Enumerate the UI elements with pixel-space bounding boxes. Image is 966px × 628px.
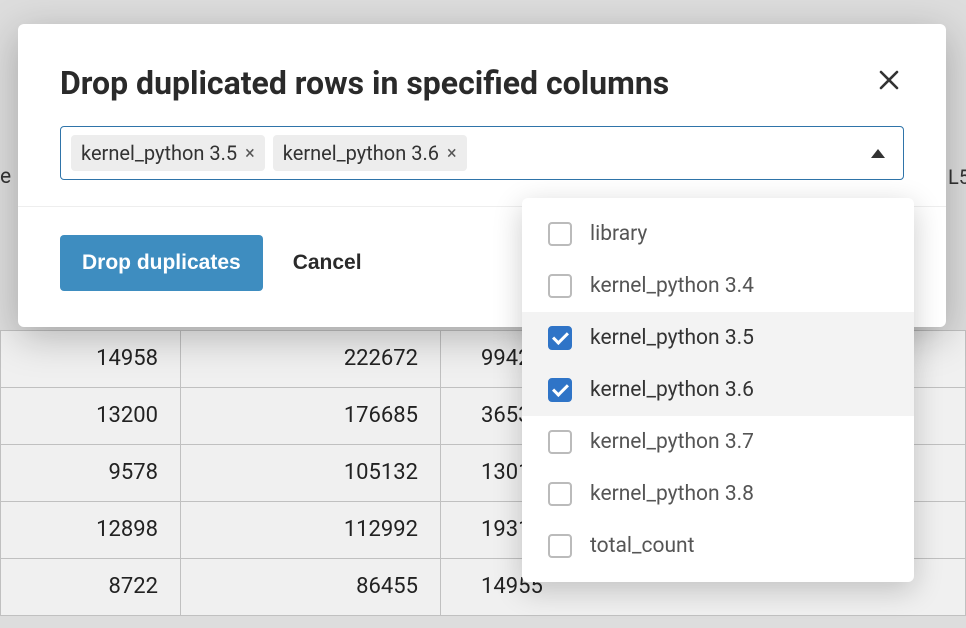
- dropdown-toggle[interactable]: [863, 149, 893, 158]
- option-label: kernel_python 3.6: [590, 378, 754, 402]
- option-label: kernel_python 3.4: [590, 274, 754, 298]
- drop-duplicates-button[interactable]: Drop duplicates: [60, 235, 263, 291]
- modal-title: Drop duplicated rows in specified column…: [60, 64, 669, 102]
- columns-dropdown: library kernel_python 3.4 kernel_python 3.…: [522, 198, 914, 582]
- dropdown-option[interactable]: kernel_python 3.7: [522, 416, 914, 468]
- chip-label: kernel_python 3.5: [81, 141, 237, 165]
- cell: 176685: [181, 387, 441, 444]
- cell: 222672: [181, 330, 441, 387]
- cell: 14958: [1, 330, 181, 387]
- close-button[interactable]: [874, 64, 904, 100]
- cell: 9578: [1, 444, 181, 501]
- column-header-fragment: L5: [948, 165, 966, 189]
- cell: 86455: [181, 558, 441, 615]
- checkbox[interactable]: [548, 482, 572, 506]
- dropdown-option[interactable]: kernel_python 3.4: [522, 260, 914, 312]
- columns-multiselect[interactable]: kernel_python 3.5 × kernel_python 3.6 ×: [60, 126, 904, 180]
- chip: kernel_python 3.6 ×: [273, 135, 467, 171]
- chevron-up-icon: [871, 149, 885, 158]
- cell: 8722: [1, 558, 181, 615]
- cell: 112992: [181, 501, 441, 558]
- cell: 12898: [1, 501, 181, 558]
- option-label: total_count: [590, 534, 695, 558]
- option-label: library: [590, 222, 647, 246]
- cell: 105132: [181, 444, 441, 501]
- chip-remove-icon[interactable]: ×: [245, 143, 255, 164]
- dropdown-option[interactable]: kernel_python 3.8: [522, 468, 914, 520]
- cancel-button[interactable]: Cancel: [293, 251, 362, 275]
- chip: kernel_python 3.5 ×: [71, 135, 265, 171]
- dropdown-option[interactable]: kernel_python 3.5: [522, 312, 914, 364]
- chip-remove-icon[interactable]: ×: [447, 143, 457, 164]
- checkbox[interactable]: [548, 378, 572, 402]
- checkbox[interactable]: [548, 534, 572, 558]
- checkbox[interactable]: [548, 326, 572, 350]
- chip-label: kernel_python 3.6: [283, 141, 439, 165]
- dropdown-option[interactable]: total_count: [522, 520, 914, 572]
- option-label: kernel_python 3.8: [590, 482, 754, 506]
- dropdown-option[interactable]: kernel_python 3.6: [522, 364, 914, 416]
- option-label: kernel_python 3.5: [590, 326, 754, 350]
- checkbox[interactable]: [548, 274, 572, 298]
- checkbox[interactable]: [548, 222, 572, 246]
- cell: 13200: [1, 387, 181, 444]
- column-header-fragment: e: [0, 165, 11, 189]
- close-icon: [878, 69, 900, 91]
- dropdown-option[interactable]: library: [522, 208, 914, 260]
- checkbox[interactable]: [548, 430, 572, 454]
- option-label: kernel_python 3.7: [590, 430, 754, 454]
